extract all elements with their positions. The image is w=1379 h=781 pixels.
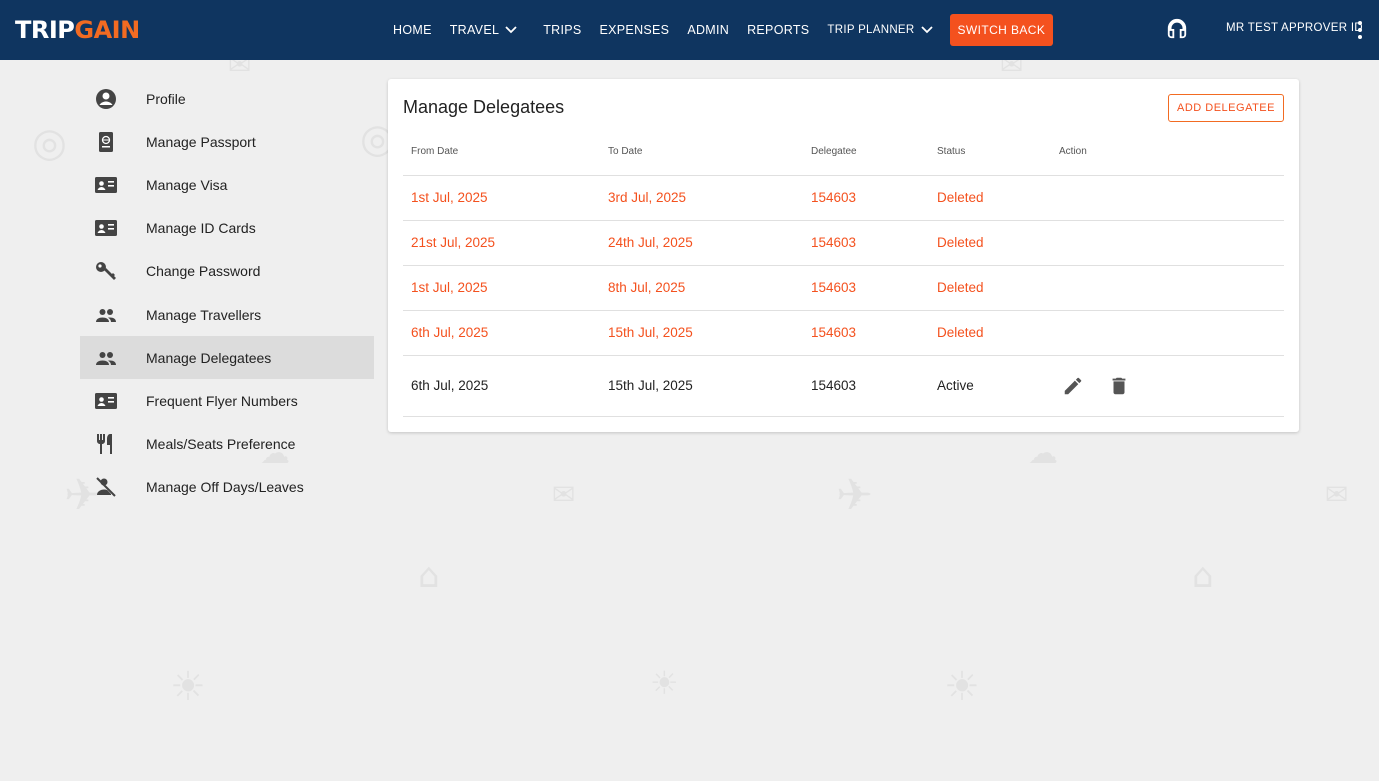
more-vert-icon[interactable]: [1354, 20, 1366, 40]
sidebar-item-label: Manage Delegatees: [146, 349, 272, 366]
top-navbar: TRIP GAIN HOME TRAVEL TRIPS EXPENSES ADMI…: [0, 0, 1379, 60]
sidebar-item-passport[interactable]: Manage Passport: [80, 120, 374, 163]
column-header-action: Action: [1051, 129, 1284, 176]
to-date-cell: 3rd Jul, 2025: [600, 175, 803, 221]
to-date-cell: 24th Jul, 2025: [600, 220, 803, 266]
edit-icon[interactable]: [1062, 375, 1084, 397]
to-date-cell: 15th Jul, 2025: [600, 310, 803, 356]
column-header-status[interactable]: Status: [929, 129, 1051, 176]
restaurant-icon: [94, 432, 146, 456]
sidebar-item-label: Manage ID Cards: [146, 220, 256, 237]
status-cell: Active: [929, 355, 1051, 417]
delegatee-cell: 154603: [803, 310, 929, 356]
from-date-cell: 1st Jul, 2025: [403, 175, 600, 221]
page-title: Manage Delegatees: [403, 97, 565, 117]
logo-part2: GAIN: [74, 16, 140, 44]
add-delegatee-button[interactable]: ADD DELEGATEE: [1168, 94, 1284, 122]
sidebar-item-label: Profile: [146, 90, 186, 107]
passport-icon: [94, 130, 146, 154]
user-menu[interactable]: MR TEST APPROVER ID: [1226, 22, 1363, 34]
table-row: 6th Jul, 2025 15th Jul, 2025 154603 Dele…: [403, 310, 1284, 356]
sidebar-item-profile[interactable]: Profile: [80, 77, 374, 120]
table-row: 6th Jul, 2025 15th Jul, 2025 154603 Acti…: [403, 355, 1284, 417]
to-date-cell: 15th Jul, 2025: [600, 355, 803, 417]
action-cell: [1051, 355, 1284, 417]
column-header-delegatee[interactable]: Delegatee: [803, 129, 929, 176]
delegatee-cell: 154603: [803, 265, 929, 311]
sidebar-item-label: Meals/Seats Preference: [146, 436, 296, 453]
to-date-cell: 8th Jul, 2025: [600, 265, 803, 311]
sidebar-item-meals-seats[interactable]: Meals/Seats Preference: [80, 423, 374, 466]
table-row: 21st Jul, 2025 24th Jul, 2025 154603 Del…: [403, 220, 1284, 266]
nav-expenses[interactable]: EXPENSES: [591, 14, 679, 46]
nav-expenses-label: EXPENSES: [599, 23, 670, 37]
status-cell: Deleted: [929, 220, 1051, 266]
column-header-to-date[interactable]: To Date: [600, 129, 803, 176]
nav-home-label: HOME: [393, 23, 432, 37]
support-headset-icon[interactable]: [1166, 17, 1188, 41]
id-card-icon: [94, 216, 146, 240]
delegatee-cell: 154603: [803, 175, 929, 221]
sidebar-item-label: Manage Travellers: [146, 306, 262, 323]
sidebar-item-label: Frequent Flyer Numbers: [146, 392, 298, 409]
nav-trip-planner-label: TRIP PLANNER: [827, 24, 915, 36]
status-cell: Deleted: [929, 265, 1051, 311]
action-cell: [1051, 220, 1284, 266]
main-nav: HOME TRAVEL TRIPS EXPENSES ADMIN REPORTS…: [384, 14, 1054, 46]
action-cell: [1051, 310, 1284, 356]
nav-admin[interactable]: ADMIN: [678, 14, 738, 46]
status-cell: Deleted: [929, 310, 1051, 356]
people-icon: [94, 303, 146, 327]
sidebar-item-visa[interactable]: Manage Visa: [80, 163, 374, 206]
sidebar-item-id-cards[interactable]: Manage ID Cards: [80, 207, 374, 250]
id-card-icon: [94, 173, 146, 197]
action-cell: [1051, 265, 1284, 311]
logo-part1: TRIP: [15, 16, 75, 44]
account-circle-icon: [94, 87, 146, 111]
action-cell: [1051, 175, 1284, 221]
column-header-from-date[interactable]: From Date: [403, 129, 600, 176]
table-row: 1st Jul, 2025 3rd Jul, 2025 154603 Delet…: [403, 175, 1284, 221]
profile-sidebar: Profile Manage Passport Manage Visa Mana…: [80, 77, 374, 509]
sidebar-item-travellers[interactable]: Manage Travellers: [80, 293, 374, 336]
from-date-cell: 21st Jul, 2025: [403, 220, 600, 266]
person-off-icon: [94, 475, 146, 499]
sidebar-item-frequent-flyer[interactable]: Frequent Flyer Numbers: [80, 379, 374, 422]
nav-admin-label: ADMIN: [687, 23, 730, 37]
table-row: 1st Jul, 2025 8th Jul, 2025 154603 Delet…: [403, 265, 1284, 311]
delegatees-card: Manage Delegatees ADD DELEGATEE From Dat…: [388, 79, 1299, 432]
nav-trip-planner[interactable]: TRIP PLANNER: [818, 14, 941, 46]
sidebar-item-delegatees[interactable]: Manage Delegatees: [80, 336, 374, 380]
nav-home[interactable]: HOME: [384, 14, 441, 46]
sidebar-item-change-password[interactable]: Change Password: [80, 250, 374, 293]
sidebar-item-label: Manage Visa: [146, 176, 228, 193]
sidebar-item-off-days[interactable]: Manage Off Days/Leaves: [80, 466, 374, 509]
nav-trips-label: TRIPS: [543, 23, 582, 37]
nav-travel-label: TRAVEL: [449, 23, 500, 37]
switch-back-button[interactable]: SWITCH BACK: [949, 14, 1054, 46]
people-icon: [94, 346, 146, 370]
from-date-cell: 6th Jul, 2025: [403, 355, 600, 417]
sidebar-item-label: Manage Off Days/Leaves: [146, 479, 304, 496]
delegatees-table: From Date To Date Delegatee Status Actio…: [403, 129, 1284, 417]
chevron-down-icon: [505, 26, 517, 34]
nav-reports-label: REPORTS: [747, 23, 810, 37]
chevron-down-icon: [920, 26, 933, 34]
nav-reports[interactable]: REPORTS: [738, 14, 818, 46]
nav-trips[interactable]: TRIPS: [534, 14, 590, 46]
sidebar-item-label: Change Password: [146, 263, 261, 280]
key-icon: [94, 259, 146, 283]
tripgain-logo[interactable]: TRIP GAIN: [15, 10, 140, 50]
from-date-cell: 6th Jul, 2025: [403, 310, 600, 356]
table-header-row: From Date To Date Delegatee Status Actio…: [403, 129, 1284, 176]
from-date-cell: 1st Jul, 2025: [403, 265, 600, 311]
id-card-icon: [94, 389, 146, 413]
nav-travel[interactable]: TRAVEL: [441, 14, 527, 46]
status-cell: Deleted: [929, 175, 1051, 221]
sidebar-item-label: Manage Passport: [146, 133, 256, 150]
delegatee-cell: 154603: [803, 355, 929, 417]
delegatee-cell: 154603: [803, 220, 929, 266]
delete-icon[interactable]: [1108, 375, 1130, 397]
